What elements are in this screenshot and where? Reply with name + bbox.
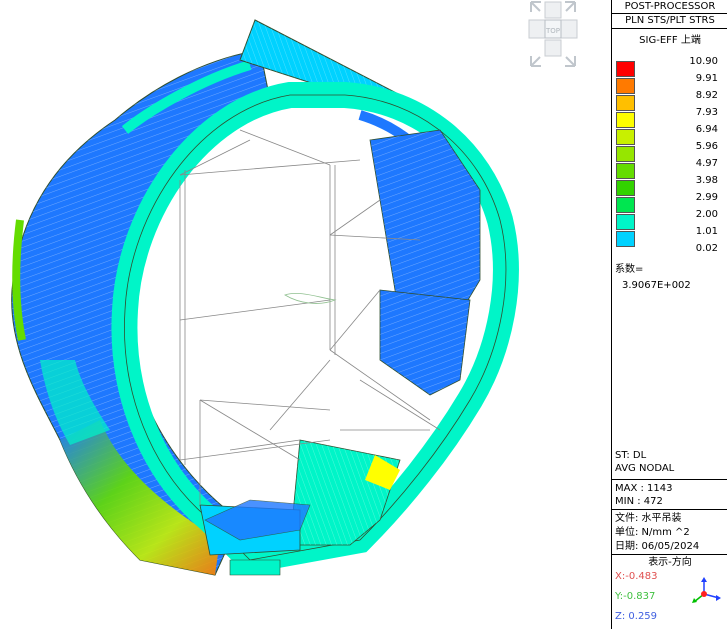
legend-value: 8.92: [695, 90, 718, 101]
axis-y-value: Y:-0.837: [615, 591, 656, 602]
avg-label: AVG NODAL: [615, 463, 675, 474]
legend-swatch: [616, 78, 635, 94]
min-value: MIN : 472: [615, 496, 663, 507]
legend-swatch: [616, 61, 635, 77]
panel-title: POST-PROCESSOR: [624, 1, 716, 12]
legend-panel: POST-PROCESSOR PLN STS/PLT STRS SIG-EFF …: [611, 0, 727, 629]
axis-z-value: Z: 0.259: [615, 611, 658, 622]
unit-label: 单位: N/mm ^2: [615, 527, 690, 538]
max-value: MAX : 1143: [615, 483, 673, 494]
legend-swatch: [616, 95, 635, 111]
legend-swatch: [616, 231, 635, 247]
axis-triad-icon: [692, 577, 721, 603]
legend-value: 7.93: [695, 107, 718, 118]
model-viewport[interactable]: [0, 0, 611, 629]
axis-x-value: X:-0.483: [615, 571, 658, 582]
legend-value: 1.01: [695, 226, 718, 237]
legend-swatch: [616, 112, 635, 128]
viewcube-top-label: TOP: [545, 27, 560, 35]
factor-value: 3.9067E+002: [622, 280, 691, 291]
legend-value: 6.94: [695, 124, 718, 135]
legend-value: 9.91: [695, 73, 718, 84]
file-label: 文件: 水平吊装: [615, 513, 682, 524]
legend-value: 0.02: [695, 243, 718, 254]
panel-mode: PLN STS/PLT STRS: [625, 15, 715, 26]
stress-component: SIG-EFF 上端: [639, 35, 701, 46]
legend-value: 10.90: [689, 56, 718, 67]
legend-swatch: [616, 214, 635, 230]
legend-swatch: [616, 129, 635, 145]
legend-swatch: [616, 163, 635, 179]
legend-value: 2.00: [695, 209, 718, 220]
legend-swatch: [616, 180, 635, 196]
stage-label: ST: DL: [615, 450, 647, 461]
legend-swatch: [616, 146, 635, 162]
legend-value: 5.96: [695, 141, 718, 152]
factor-label: 系数=: [615, 264, 644, 275]
date-label: 日期: 06/05/2024: [615, 541, 700, 552]
legend-swatch: [616, 197, 635, 213]
legend-value: 4.97: [695, 158, 718, 169]
legend-value: 3.98: [695, 175, 718, 186]
legend-value: 2.99: [695, 192, 718, 203]
fe-model-drawing: [11, 19, 519, 576]
direction-title: 表示-方向: [648, 557, 692, 568]
view-cube[interactable]: TOP: [528, 0, 578, 68]
